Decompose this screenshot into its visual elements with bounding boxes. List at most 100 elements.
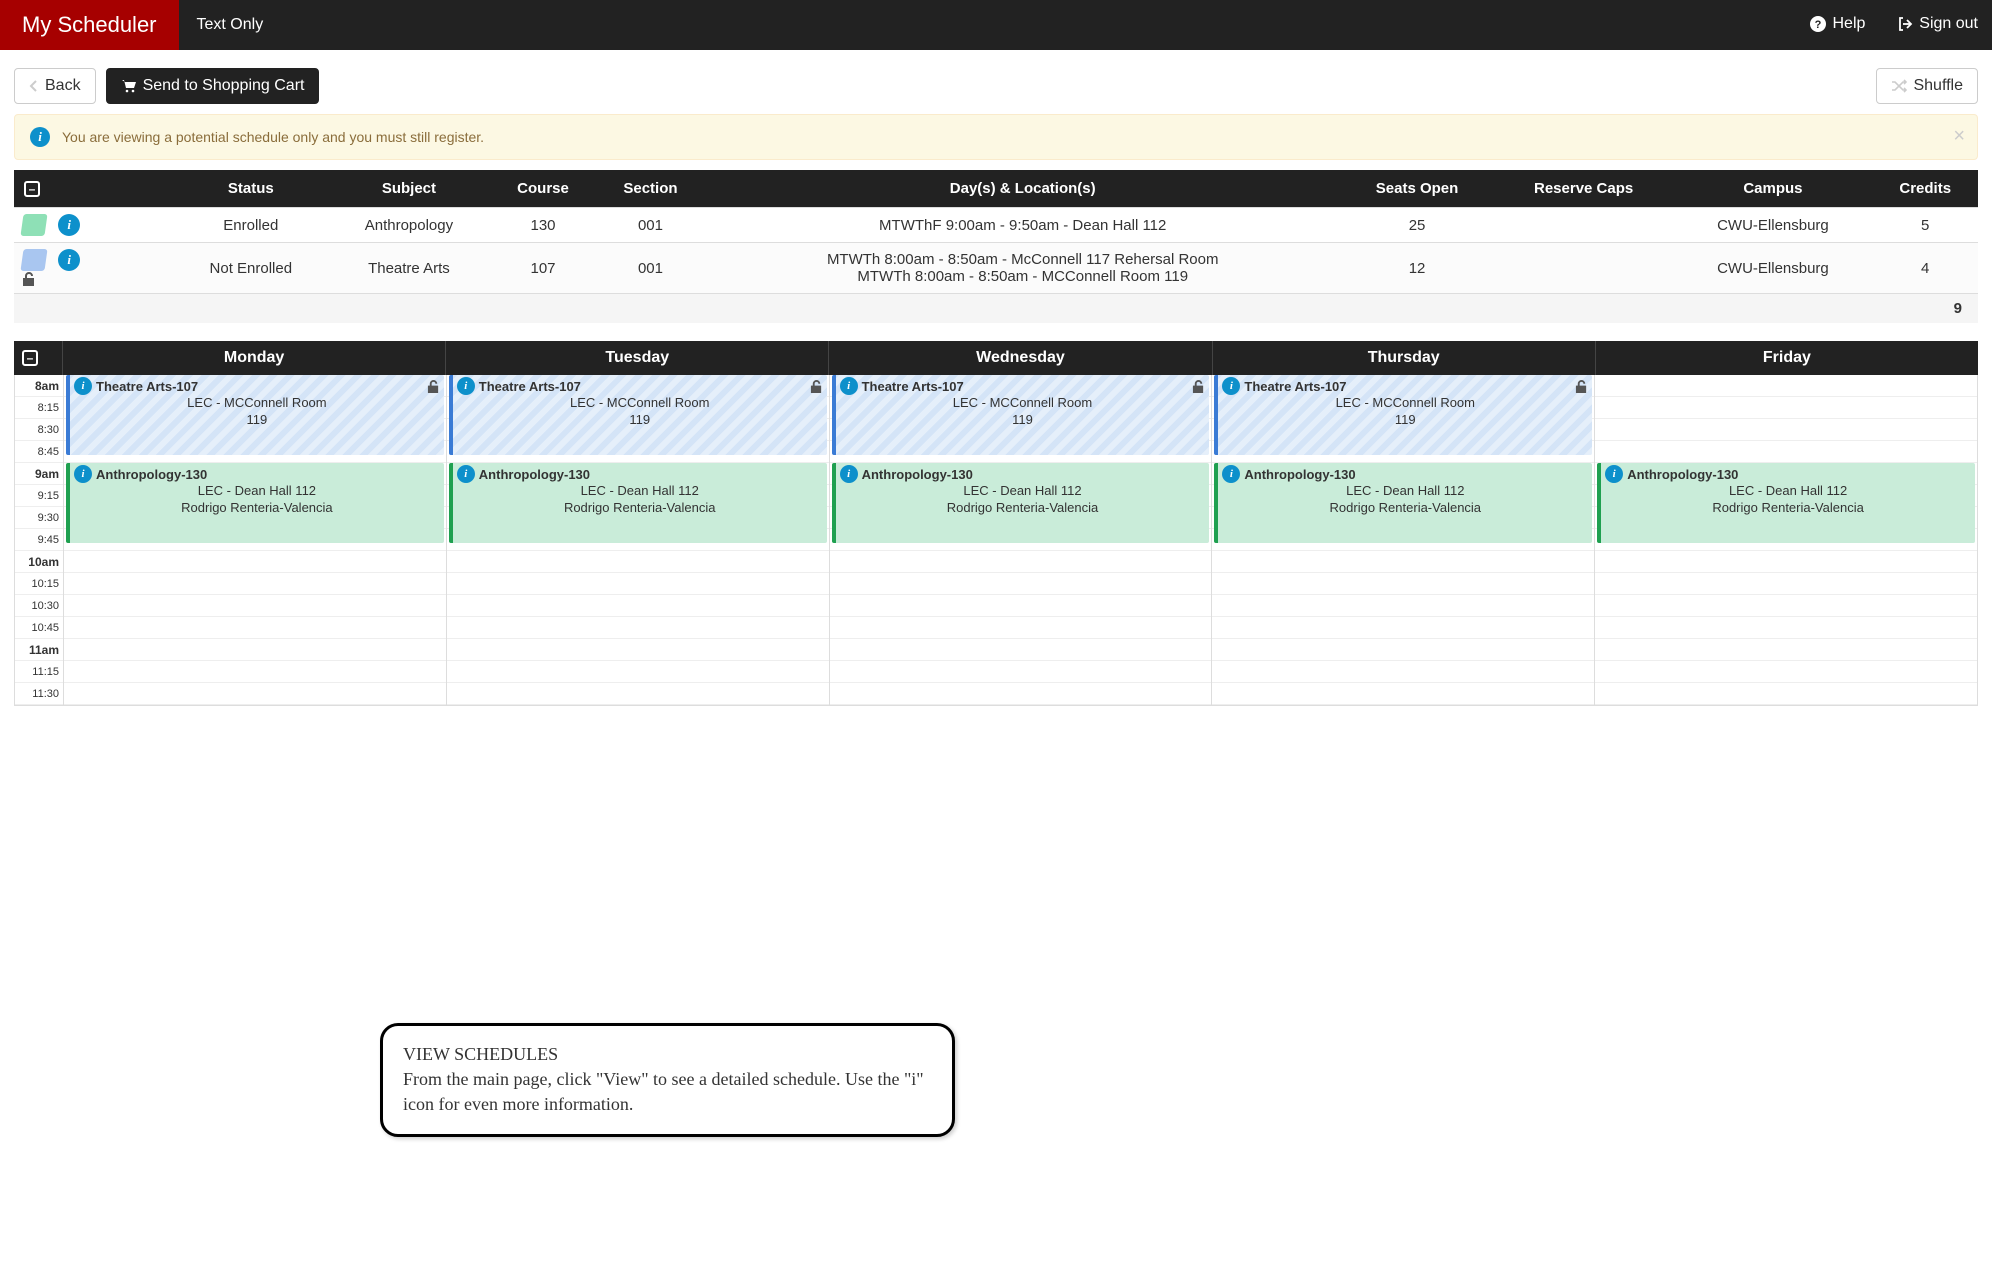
event-detail: Rodrigo Renteria-Valencia <box>457 500 823 517</box>
cell-course: 130 <box>490 208 595 243</box>
toolbar: Back Send to Shopping Cart Shuffle <box>0 50 1992 114</box>
shuffle-button[interactable]: Shuffle <box>1876 68 1978 104</box>
info-icon[interactable]: i <box>58 214 80 236</box>
back-label: Back <box>45 77 81 95</box>
calendar-event-theatre[interactable]: iTheatre Arts-107LEC - MCConnell Room119 <box>1214 375 1592 455</box>
day-column: iTheatre Arts-107LEC - MCConnell Room119… <box>446 375 829 705</box>
event-title: Theatre Arts-107 <box>96 379 198 394</box>
send-to-cart-button[interactable]: Send to Shopping Cart <box>106 68 320 104</box>
cart-icon <box>121 79 137 93</box>
lock-icon[interactable] <box>427 379 440 394</box>
cell-seats: 12 <box>1340 243 1494 294</box>
cell-status: Enrolled <box>174 208 328 243</box>
day-header: Wednesday <box>828 341 1211 375</box>
event-detail: Rodrigo Renteria-Valencia <box>840 500 1206 517</box>
time-label: 11:30 <box>15 683 63 705</box>
time-label: 10:45 <box>15 617 63 639</box>
info-icon[interactable]: i <box>1222 465 1240 483</box>
time-label: 10:30 <box>15 595 63 617</box>
table-row: i Enrolled Anthropology 130 001 MTWThF 9… <box>14 208 1978 243</box>
calendar-event-anthro[interactable]: iAnthropology-130LEC - Dean Hall 112Rodr… <box>66 463 444 543</box>
calendar-event-anthro[interactable]: iAnthropology-130LEC - Dean Hall 112Rodr… <box>449 463 827 543</box>
info-icon[interactable]: i <box>74 377 92 395</box>
cell-credits: 4 <box>1872 243 1978 294</box>
time-label: 10am <box>15 551 63 573</box>
info-icon: i <box>30 127 50 147</box>
time-label: 9:15 <box>15 485 63 507</box>
calendar-event-theatre[interactable]: iTheatre Arts-107LEC - MCConnell Room119 <box>832 375 1210 455</box>
lock-icon[interactable] <box>810 379 823 394</box>
day-header: Thursday <box>1212 341 1595 375</box>
th-section: Section <box>596 170 705 208</box>
cell-status: Not Enrolled <box>174 243 328 294</box>
text-only-link[interactable]: Text Only <box>179 16 282 34</box>
collapse-all-button[interactable]: – <box>24 181 40 197</box>
day-column: iAnthropology-130LEC - Dean Hall 112Rodr… <box>1594 375 1977 705</box>
calendar-event-theatre[interactable]: iTheatre Arts-107LEC - MCConnell Room119 <box>66 375 444 455</box>
event-title: Theatre Arts-107 <box>479 379 581 394</box>
event-detail: LEC - Dean Hall 112 <box>840 483 1206 500</box>
cart-label: Send to Shopping Cart <box>143 77 305 95</box>
lock-icon[interactable] <box>1575 379 1588 394</box>
lock-icon[interactable] <box>22 271 166 287</box>
event-detail: 119 <box>74 412 440 429</box>
time-label: 9:45 <box>15 529 63 551</box>
info-icon[interactable]: i <box>74 465 92 483</box>
info-icon[interactable]: i <box>58 249 80 271</box>
th-subject: Subject <box>328 170 491 208</box>
info-icon[interactable]: i <box>840 377 858 395</box>
time-label: 10:15 <box>15 573 63 595</box>
day-column: iTheatre Arts-107LEC - MCConnell Room119… <box>829 375 1212 705</box>
info-icon[interactable]: i <box>457 377 475 395</box>
info-icon[interactable]: i <box>840 465 858 483</box>
help-callout: VIEW SCHEDULES From the main page, click… <box>380 1023 955 1137</box>
time-label: 8:30 <box>15 419 63 441</box>
th-credits: Credits <box>1872 170 1978 208</box>
sign-out-link[interactable]: Sign out <box>1883 15 1992 33</box>
event-detail: 119 <box>1222 412 1588 429</box>
day-header: Friday <box>1595 341 1978 375</box>
info-icon[interactable]: i <box>1222 377 1240 395</box>
collapse-calendar-button[interactable]: – <box>22 350 38 366</box>
cell-campus: CWU-Ellensburg <box>1673 208 1872 243</box>
calendar-event-anthro[interactable]: iAnthropology-130LEC - Dean Hall 112Rodr… <box>1214 463 1592 543</box>
event-detail: 119 <box>840 412 1206 429</box>
cell-subject: Anthropology <box>328 208 491 243</box>
info-alert: i You are viewing a potential schedule o… <box>14 114 1978 160</box>
calendar-event-anthro[interactable]: iAnthropology-130LEC - Dean Hall 112Rodr… <box>1597 463 1975 543</box>
cell-credits: 5 <box>1872 208 1978 243</box>
event-detail: Rodrigo Renteria-Valencia <box>74 500 440 517</box>
back-button[interactable]: Back <box>14 68 96 104</box>
sign-out-icon <box>1897 16 1913 32</box>
table-row: i Not Enrolled Theatre Arts 107 001 MTWT… <box>14 243 1978 294</box>
th-reserve: Reserve Caps <box>1494 170 1674 208</box>
info-icon[interactable]: i <box>457 465 475 483</box>
cell-section: 001 <box>596 243 705 294</box>
cell-days: MTWTh 8:00am - 8:50am - McConnell 117 Re… <box>705 243 1340 294</box>
th-status: Status <box>174 170 328 208</box>
alert-close-button[interactable]: × <box>1953 125 1965 148</box>
app-brand[interactable]: My Scheduler <box>0 0 179 50</box>
help-link[interactable]: ? Help <box>1796 15 1879 33</box>
navbar-right: ? Help Sign out <box>1796 15 1992 35</box>
navbar: My Scheduler Text Only ? Help Sign out <box>0 0 1992 50</box>
cell-reserve <box>1494 243 1674 294</box>
shuffle-icon <box>1891 79 1907 93</box>
calendar-event-anthro[interactable]: iAnthropology-130LEC - Dean Hall 112Rodr… <box>832 463 1210 543</box>
alert-message: You are viewing a potential schedule onl… <box>62 129 484 145</box>
cell-course: 107 <box>490 243 595 294</box>
day-header: Monday <box>62 341 445 375</box>
svg-text:?: ? <box>1815 19 1822 31</box>
shuffle-label: Shuffle <box>1913 77 1963 95</box>
info-icon[interactable]: i <box>1605 465 1623 483</box>
event-detail: LEC - Dean Hall 112 <box>457 483 823 500</box>
callout-title: VIEW SCHEDULES <box>403 1042 932 1067</box>
cell-subject: Theatre Arts <box>328 243 491 294</box>
time-label: 9:30 <box>15 507 63 529</box>
day-header: Tuesday <box>445 341 828 375</box>
event-title: Anthropology-130 <box>1627 467 1738 482</box>
lock-icon[interactable] <box>1192 379 1205 394</box>
cell-days: MTWThF 9:00am - 9:50am - Dean Hall 112 <box>705 208 1340 243</box>
day-column: iTheatre Arts-107LEC - MCConnell Room119… <box>1211 375 1594 705</box>
calendar-event-theatre[interactable]: iTheatre Arts-107LEC - MCConnell Room119 <box>449 375 827 455</box>
